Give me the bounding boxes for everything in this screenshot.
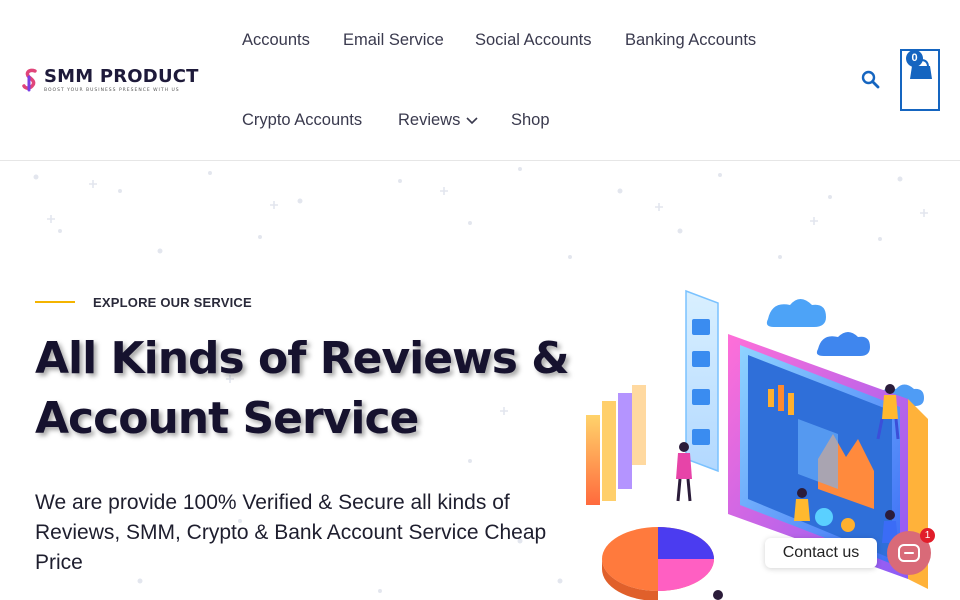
search-button[interactable] <box>860 69 882 91</box>
nav-shop[interactable]: Shop <box>511 111 550 130</box>
hero-section: EXPLORE OUR SERVICE All Kinds of Reviews… <box>0 161 960 600</box>
logo-title: SMM PRODUCT <box>44 66 199 87</box>
nav-banking-accounts[interactable]: Banking Accounts <box>625 31 756 50</box>
eyebrow-accent-line <box>35 301 75 303</box>
contact-us-label[interactable]: Contact us <box>765 538 877 568</box>
nav-crypto-accounts[interactable]: Crypto Accounts <box>242 111 362 130</box>
logo-tagline: BOOST YOUR BUSINESS PRESENCE WITH US <box>44 88 180 93</box>
hero-title: All Kinds of Reviews & Account Service <box>35 329 575 449</box>
nav-reviews[interactable]: Reviews <box>398 111 478 130</box>
nav-email-service[interactable]: Email Service <box>343 31 444 50</box>
cart-button[interactable]: 0 <box>900 49 940 111</box>
hero-title-line2: Account Service <box>35 393 419 444</box>
nav-accounts[interactable]: Accounts <box>242 31 310 50</box>
nav-reviews-label: Reviews <box>398 111 461 129</box>
hero-title-line1: All Kinds of Reviews & <box>35 333 570 384</box>
hero-subtitle: We are provide 100% Verified & Secure al… <box>35 491 547 574</box>
nav-social-accounts[interactable]: Social Accounts <box>475 31 591 50</box>
logo-icon <box>22 68 37 92</box>
chevron-down-icon <box>466 117 478 124</box>
site-header: SMM PRODUCT BOOST YOUR BUSINESS PRESENCE… <box>0 0 960 161</box>
cart-count-badge: 0 <box>906 50 923 67</box>
contact-notification-badge: 1 <box>920 528 935 543</box>
search-icon <box>861 70 880 89</box>
hero-eyebrow: EXPLORE OUR SERVICE <box>93 295 252 310</box>
site-logo[interactable]: SMM PRODUCT BOOST YOUR BUSINESS PRESENCE… <box>22 67 199 93</box>
